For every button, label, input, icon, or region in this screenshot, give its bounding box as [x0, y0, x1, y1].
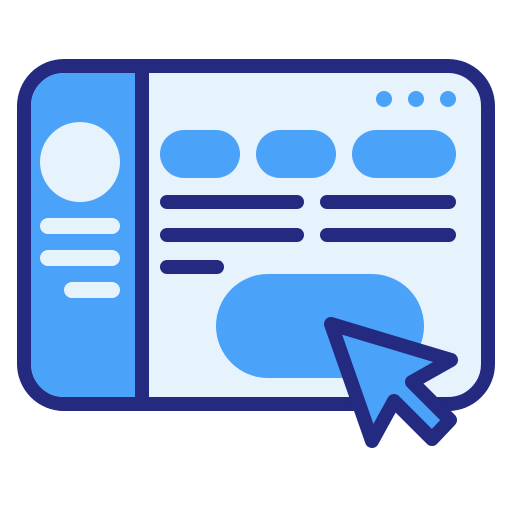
sidebar-panel — [31, 73, 138, 397]
text-line — [160, 260, 224, 274]
avatar-icon — [40, 122, 120, 202]
window-control-dot — [408, 91, 424, 107]
sidebar-line — [64, 282, 120, 298]
sidebar-line — [40, 218, 120, 234]
tab-pill — [352, 130, 456, 178]
tab-pill — [256, 130, 336, 178]
text-line — [160, 195, 304, 209]
window-control-dot — [376, 91, 392, 107]
text-line — [160, 228, 304, 242]
window-control-dot — [440, 91, 456, 107]
web-page-icon-illustration — [0, 0, 512, 512]
window-icon — [17, 59, 495, 448]
text-line — [320, 228, 456, 242]
text-line — [320, 195, 456, 209]
sidebar-line — [40, 250, 120, 266]
tab-pill — [160, 130, 240, 178]
